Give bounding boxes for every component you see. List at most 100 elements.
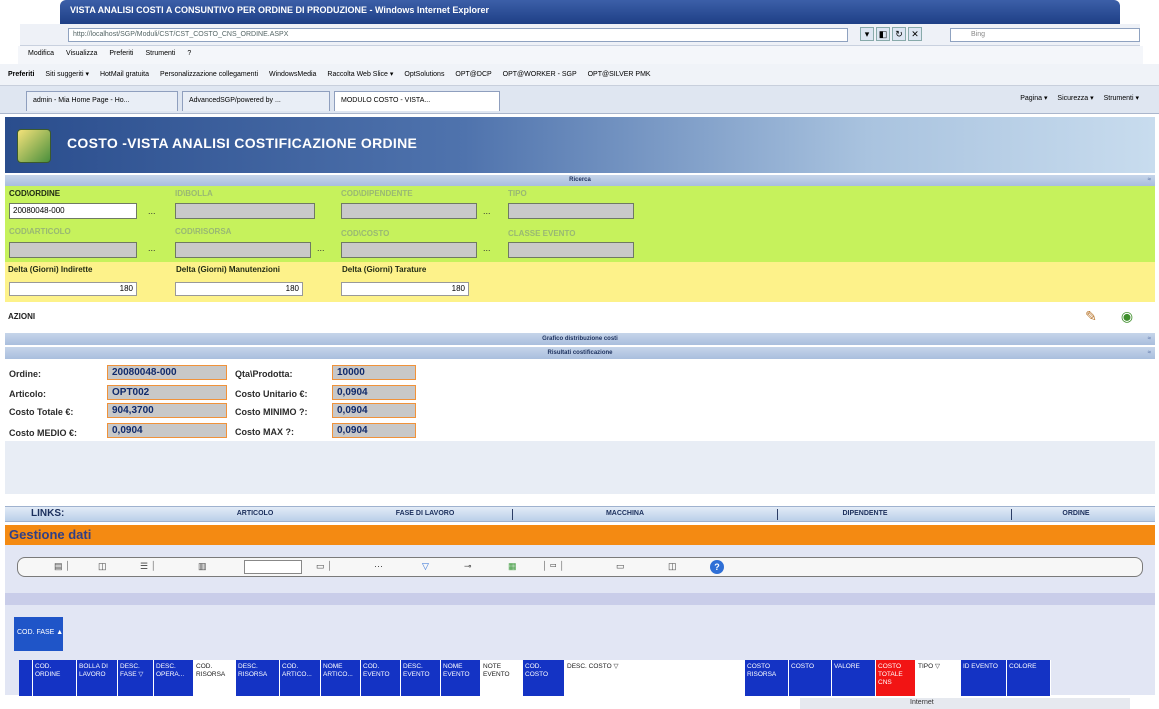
favorites-button[interactable]: Preferiti	[8, 71, 34, 78]
page-menu[interactable]: Pagina ▾	[1020, 95, 1047, 102]
cod-costo-lookup-button[interactable]: ...	[483, 243, 491, 253]
delta-tarature-input[interactable]: 180	[341, 282, 469, 296]
security-menu[interactable]: Sicurezza ▾	[1057, 95, 1093, 102]
link-fase-di-lavoro[interactable]: FASE DI LAVORO	[365, 510, 485, 517]
section-risultati[interactable]: Risultati costificazione ≈	[5, 347, 1155, 359]
pin-icon[interactable]: ⊸	[464, 561, 472, 572]
excel-icon[interactable]: ▦	[508, 561, 517, 572]
sort-icon[interactable]: ⏐ ▭ ⏐	[542, 561, 564, 572]
export-icon[interactable]: ▭	[616, 561, 625, 572]
dropdown-icon[interactable]: ▾	[860, 27, 874, 41]
prev-page-icon[interactable]: ◫	[98, 561, 107, 572]
menu-item-visualizza[interactable]: Visualizza	[66, 50, 97, 57]
cod-risorsa-lookup-button[interactable]: ...	[317, 243, 325, 253]
first-page-icon[interactable]: ▤ ⏐	[54, 561, 70, 572]
tipo-input[interactable]	[508, 203, 634, 219]
link-macchina[interactable]: MACCHINA	[585, 510, 665, 517]
favorite-link[interactable]: OptSolutions	[404, 71, 444, 78]
cod-ordine-input[interactable]: 20080048-000	[9, 203, 137, 219]
page-input[interactable]	[244, 560, 302, 574]
column-header[interactable]: TIPO ▽	[916, 660, 961, 696]
costo-unitario-label: Costo Unitario €:	[235, 389, 308, 399]
help-icon[interactable]: ?	[710, 560, 724, 574]
link-ordine[interactable]: ORDINE	[1041, 510, 1111, 517]
cod-costo-input[interactable]	[341, 242, 477, 258]
tab-home[interactable]: admin - Mia Home Page - Ho...	[26, 91, 178, 111]
delta-indirette-input[interactable]: 180	[9, 282, 137, 296]
favorite-link[interactable]: OPT@DCP	[455, 71, 491, 78]
cod-ordine-lookup-button[interactable]: ...	[148, 206, 156, 216]
column-header[interactable]: DESC. FASE ▽	[118, 660, 154, 696]
menu-item-modifica[interactable]: Modifica	[28, 50, 54, 57]
search-input[interactable]: Bing	[950, 28, 1140, 42]
classe-evento-input[interactable]	[508, 242, 634, 258]
column-header[interactable]: COSTO	[789, 660, 832, 696]
tab-advanced-sgp[interactable]: AdvancedSGP/powered by ...	[182, 91, 330, 111]
cod-articolo-input[interactable]	[9, 242, 137, 258]
column-header[interactable]: COD. COSTO	[523, 660, 565, 696]
favorite-link[interactable]: Siti suggeriti ▾	[45, 71, 89, 78]
column-header[interactable]: COD. EVENTO	[361, 660, 401, 696]
link-dipendente[interactable]: DIPENDENTE	[825, 510, 905, 517]
column-header[interactable]: BOLLA DI LAVORO	[77, 660, 118, 696]
cod-dipendente-lookup-button[interactable]: ...	[483, 206, 491, 216]
collapse-icon[interactable]: ≈	[1148, 333, 1151, 345]
compat-icon[interactable]: ◧	[876, 27, 890, 41]
columns-icon[interactable]: ▥	[198, 561, 207, 572]
delta-manutenzioni-label: Delta (Giorni) Manutenzioni	[176, 265, 280, 274]
column-header[interactable]: NOME ARTICO...	[321, 660, 361, 696]
section-ricerca[interactable]: Ricerca ≈	[5, 175, 1155, 186]
link-articolo[interactable]: ARTICOLO	[215, 510, 295, 517]
column-header[interactable]: COSTO RISORSA	[745, 660, 789, 696]
refresh-icon[interactable]: ↻	[892, 27, 906, 41]
column-header[interactable]: COD. ARTICO...	[280, 660, 321, 696]
column-header[interactable]: DESC. RISORSA	[236, 660, 280, 696]
favorite-link[interactable]: OPT@WORKER - SGP	[503, 71, 577, 78]
azioni-label: AZIONI	[8, 312, 36, 321]
column-header[interactable]: DESC. EVENTO	[401, 660, 441, 696]
column-header[interactable]: COSTO TOTALE CNS	[876, 660, 916, 696]
section-grafico[interactable]: Grafico distribuzione costi ≈	[5, 333, 1155, 345]
column-header[interactable]: NOME EVENTO	[441, 660, 481, 696]
articolo-label: Articolo:	[9, 389, 46, 399]
menu-item-preferiti[interactable]: Preferiti	[109, 50, 133, 57]
calendar-icon[interactable]: ▭ ⏐	[316, 561, 332, 572]
favorite-link[interactable]: Personalizzazione collegamenti	[160, 71, 258, 78]
url-field[interactable]: http://localhost/SGP/Moduli/CST/CST_COST…	[68, 28, 848, 42]
menu-item-strumenti[interactable]: Strumenti	[145, 50, 175, 57]
column-header[interactable]: DESC. COSTO ▽	[565, 660, 745, 696]
column-header[interactable]: COD. ORDINE	[33, 660, 77, 696]
column-header[interactable]: COLORE	[1007, 660, 1051, 696]
column-header[interactable]: COD. RISORSA	[194, 660, 236, 696]
column-header[interactable]: DESC. OPERA...	[154, 660, 194, 696]
filter-icon[interactable]: ▽	[422, 561, 429, 572]
column-header[interactable]: VALORE	[832, 660, 876, 696]
column-header[interactable]: NOTE EVENTO	[481, 660, 523, 696]
collapse-icon[interactable]: ≈	[1148, 175, 1151, 186]
rows-icon[interactable]: ☰ ⏐	[140, 561, 156, 572]
cod-dipendente-input[interactable]	[341, 203, 477, 219]
favorite-link[interactable]: WindowsMedia	[269, 71, 316, 78]
tab-modulo-costo[interactable]: MODULO COSTO - VISTA...	[334, 91, 500, 111]
pencil-icon[interactable]: ✎	[1081, 306, 1101, 326]
groupby-strip	[5, 593, 1155, 605]
save-icon[interactable]: ◫	[668, 561, 677, 572]
tools-menu[interactable]: Strumenti ▾	[1104, 95, 1139, 102]
cod-articolo-lookup-button[interactable]: ...	[148, 243, 156, 253]
id-bolla-input[interactable]	[175, 203, 315, 219]
cod-risorsa-input[interactable]	[175, 242, 311, 258]
collapse-icon[interactable]: ≈	[1148, 347, 1151, 359]
favorite-link[interactable]: Raccolta Web Slice ▾	[327, 71, 393, 78]
delta-manutenzioni-input[interactable]: 180	[175, 282, 303, 296]
column-header[interactable]: ID EVENTO	[961, 660, 1007, 696]
favorite-link[interactable]: OPT@SILVER PMK	[588, 71, 651, 78]
coins-icon[interactable]: ◉	[1117, 306, 1137, 326]
favorite-link[interactable]: HotMail gratuita	[100, 71, 149, 78]
menu-item-help[interactable]: ?	[187, 50, 191, 57]
command-bar: Pagina ▾ Sicurezza ▾ Strumenti ▾	[1012, 94, 1139, 102]
groupby-cod-fase-button[interactable]: COD. FASE ▲	[14, 617, 63, 651]
costo-max-value: 0,0904	[332, 423, 416, 438]
details-icon[interactable]: ⋯	[374, 561, 383, 572]
field-classe-evento: CLASSE EVENTO	[508, 229, 634, 258]
stop-icon[interactable]: ✕	[908, 27, 922, 41]
